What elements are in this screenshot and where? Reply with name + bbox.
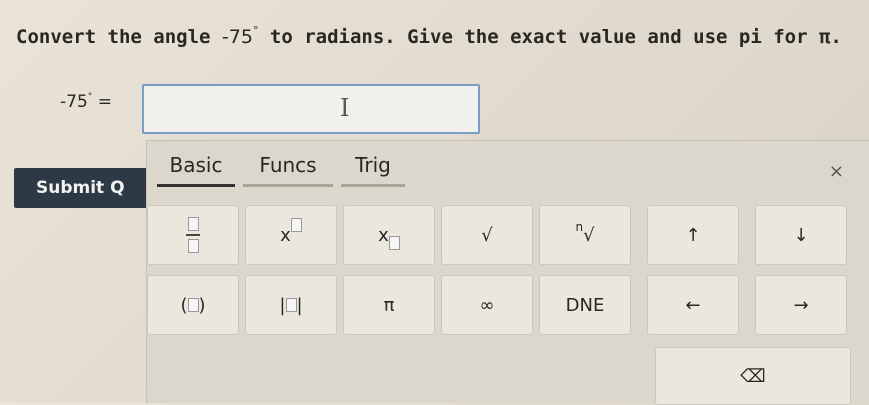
down-arrow-icon: ↓ (793, 224, 809, 246)
pi-icon: π (383, 294, 395, 316)
left-arrow-key[interactable]: ← (647, 275, 739, 335)
dne-key[interactable]: DNE (539, 275, 631, 335)
question-pi: π. (818, 26, 842, 48)
infinity-key[interactable]: ∞ (441, 275, 533, 335)
backspace-key[interactable]: ⌫ (655, 347, 851, 405)
paren-open: ( (180, 294, 188, 316)
tab-basic[interactable]: Basic (157, 153, 235, 187)
abs-bar-right: | (296, 294, 303, 316)
fraction-icon (186, 217, 200, 253)
answer-angle: -75 (60, 92, 88, 112)
question-text: Convert the angle -75° to radians. Give … (16, 24, 842, 48)
subscript-key[interactable]: x (343, 205, 435, 265)
dne-label: DNE (565, 294, 605, 316)
math-keypad: Basic Funcs Trig × x x √ n √ ↑ ↓ () | | π … (146, 140, 869, 405)
backspace-icon: ⌫ (740, 365, 766, 387)
paren-close: ) (198, 294, 206, 316)
up-arrow-icon: ↑ (685, 224, 701, 246)
fraction-key[interactable] (147, 205, 239, 265)
answer-label: -75° = (60, 92, 112, 112)
paren-box-icon (187, 298, 199, 312)
submit-label: Submit Q (36, 178, 125, 198)
sqrt-key[interactable]: √ (441, 205, 533, 265)
exponent-key[interactable]: x (245, 205, 337, 265)
question-angle: -75 (221, 26, 253, 48)
up-arrow-key[interactable]: ↑ (647, 205, 739, 265)
answer-input[interactable]: I (142, 84, 480, 134)
sqrt-icon: √ (481, 224, 493, 246)
infinity-icon: ∞ (479, 294, 495, 316)
parentheses-key[interactable]: () (147, 275, 239, 335)
tab-trig[interactable]: Trig (341, 153, 405, 187)
exponent-base: x (280, 224, 291, 246)
submit-button[interactable]: Submit Q (14, 168, 148, 208)
exponent-box-icon (290, 218, 302, 232)
down-arrow-key[interactable]: ↓ (755, 205, 847, 265)
nth-root-key[interactable]: n √ (539, 205, 631, 265)
question-part1: Convert the angle (16, 26, 222, 48)
answer-degree-symbol: ° (87, 92, 93, 102)
nth-root-index: n (575, 220, 584, 234)
text-cursor-icon: I (340, 94, 350, 122)
subscript-box-icon (388, 236, 400, 250)
close-icon[interactable]: × (829, 161, 844, 182)
right-arrow-icon: → (793, 294, 809, 316)
equals-sign: = (97, 92, 112, 112)
question-part2: to radians. Give the exact value and use… (258, 26, 819, 48)
absolute-value-key[interactable]: | | (245, 275, 337, 335)
pi-key[interactable]: π (343, 275, 435, 335)
tab-funcs[interactable]: Funcs (243, 153, 333, 187)
subscript-base: x (378, 224, 389, 246)
right-arrow-key[interactable]: → (755, 275, 847, 335)
left-arrow-icon: ← (685, 294, 701, 316)
abs-box-icon (285, 298, 297, 312)
nth-root-icon: √ (583, 224, 595, 246)
